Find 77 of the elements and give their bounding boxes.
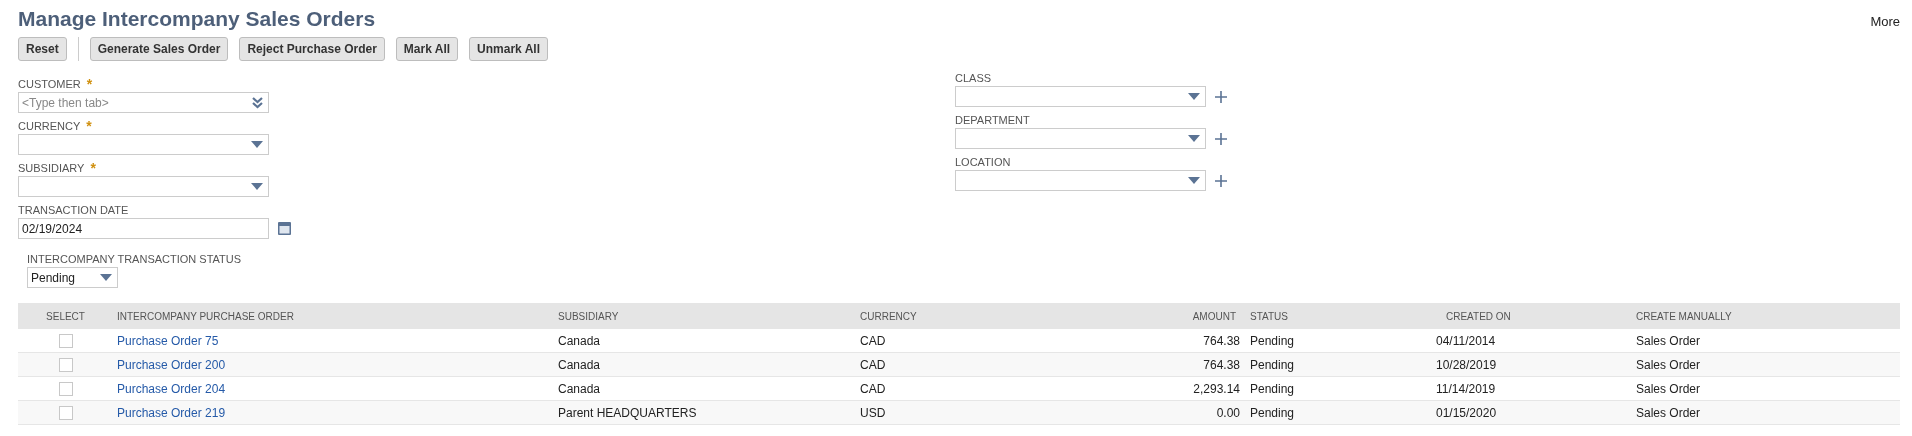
required-mark: * [86,77,93,92]
column-header: SELECT [46,310,85,322]
table-cell-text: Canada [558,381,602,396]
dropdown-arrow-icon[interactable] [1188,93,1200,100]
column-header: CREATE MANUALLY [1636,310,1733,322]
required-mark: * [86,119,92,134]
field-label: CUSTOMER [18,77,81,92]
toolbar-button[interactable]: Mark All [395,37,459,61]
table-cell-text: Sales Order [1636,357,1702,372]
toolbar-button[interactable]: Unmark All [469,37,548,61]
dropdown-arrow-icon[interactable] [1188,177,1200,184]
required-mark: * [90,161,96,176]
table-cell-text: 764.38 [1203,357,1241,372]
dropdown-arrow-icon[interactable] [1188,135,1200,142]
table-cell-text: CAD [860,357,887,372]
purchase-order-link[interactable]: Purchase Order 219 [113,405,558,420]
field-label: INTERCOMPANY TRANSACTION STATUS [27,252,242,267]
column-header: CURRENCY [860,310,918,322]
table-cell-text: 764.38 [1203,333,1241,348]
dropdown-arrow-icon[interactable] [251,183,263,190]
field-label: SUBSIDIARY [18,161,85,176]
table-cell-text: 10/28/2019 [1435,357,1498,372]
toolbar-button[interactable]: Reject Purchase Order [239,37,385,61]
purchase-order-link[interactable]: Purchase Order 75 [113,333,558,348]
date-field[interactable]: 02/19/2024 [18,218,269,239]
table-cell-text: Sales Order [1636,381,1702,396]
checkbox[interactable] [58,405,73,420]
dropdown-field[interactable] [18,176,269,197]
column-header: STATUS [1249,310,1289,322]
table-cell-text: CAD [860,333,887,348]
dropdown-arrow-icon[interactable] [251,141,263,148]
column-header: AMOUNT [1192,310,1237,322]
checkbox[interactable] [58,357,73,372]
dropdown-field[interactable] [955,86,1206,107]
field-label: CURRENCY [18,119,81,134]
table-cell-text: Pending [1249,381,1296,396]
plus-icon[interactable] [1215,90,1227,103]
table-cell-text: Canada [558,357,602,372]
table-cell-text: Sales Order [1636,405,1702,420]
dropdown-field[interactable] [955,170,1206,191]
column-header: SUBSIDIARY [558,310,620,322]
table-cell-text: USD [860,405,887,420]
field-label: CLASS [955,71,992,86]
page-title: Manage Intercompany Sales Orders [18,6,376,32]
table-cell-text: Pending [1249,405,1296,420]
table-cell-text: 2,293.14 [1193,381,1241,396]
plus-icon[interactable] [1215,174,1227,187]
table-cell-text: CAD [860,381,887,396]
table-cell-text: 0.00 [1216,405,1241,420]
table-cell-text: Parent HEADQUARTERS [558,405,698,420]
column-header: CREATED ON [1445,310,1512,322]
more-link[interactable]: More [1870,14,1900,29]
table-cell-text: Canada [558,333,602,348]
column-header: INTERCOMPANY PURCHASE ORDER [116,310,295,322]
calendar-icon[interactable] [278,222,291,235]
table-cell-text: 01/15/2020 [1435,405,1498,420]
table-cell-text: 04/11/2014 [1435,333,1497,348]
plus-icon[interactable] [1215,132,1227,145]
purchase-order-link[interactable]: Purchase Order 204 [113,381,558,396]
customer-field[interactable]: <Type then tab> [18,92,269,113]
table-cell-text: Pending [1249,357,1296,372]
status-dropdown[interactable]: Pending [27,267,118,288]
field-label: LOCATION [955,155,1011,170]
toolbar-button[interactable]: Generate Sales Order [89,37,229,61]
field-label: TRANSACTION DATE [18,203,129,218]
toolbar-button[interactable]: Reset [18,37,67,61]
table-cell-text: 11/14/2019 [1435,381,1497,396]
dropdown-field[interactable] [18,134,269,155]
purchase-order-link[interactable]: Purchase Order 200 [113,357,558,372]
dropdown-field[interactable] [955,128,1206,149]
checkbox[interactable] [58,333,73,348]
double-chevron-icon[interactable] [252,96,263,109]
dropdown-arrow-icon[interactable] [100,274,112,281]
table-cell-text: Pending [1249,333,1296,348]
field-label: DEPARTMENT [955,113,1030,128]
checkbox[interactable] [58,381,73,396]
table-cell-text: Sales Order [1636,333,1702,348]
